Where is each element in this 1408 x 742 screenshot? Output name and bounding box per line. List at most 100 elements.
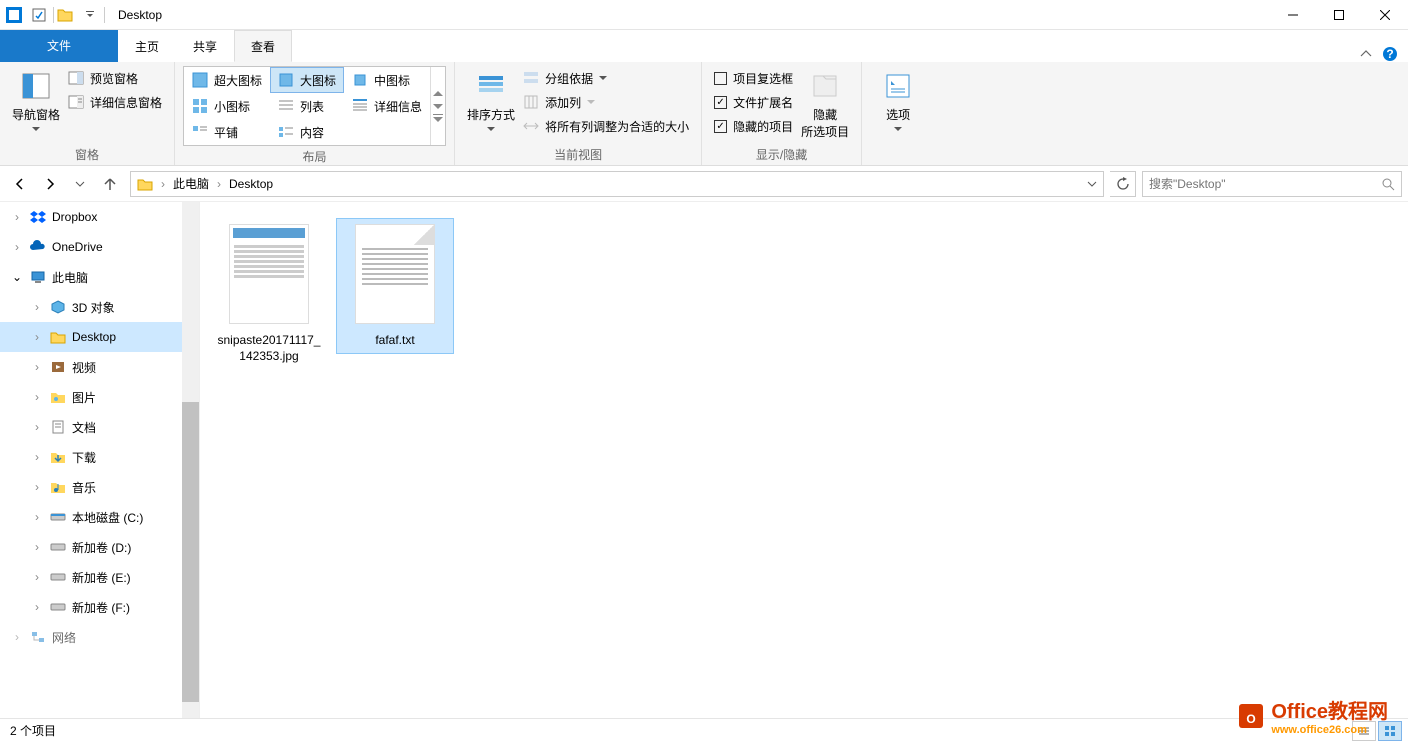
search-icon	[1381, 177, 1395, 191]
tree-disk-e[interactable]: ›新加卷 (E:)	[0, 562, 199, 592]
tree-videos[interactable]: ›视频	[0, 352, 199, 382]
layout-details[interactable]: 详细信息	[344, 93, 430, 119]
thumbnails-view-toggle[interactable]	[1378, 721, 1402, 741]
refresh-button[interactable]	[1110, 171, 1136, 197]
text-file-icon	[355, 224, 435, 324]
preview-pane-button[interactable]: 预览窗格	[64, 66, 166, 90]
tree-scrollbar[interactable]	[182, 202, 199, 718]
ribbon: 导航窗格 预览窗格 详细信息窗格 窗格 超大图标 小图标 平铺 大图标 列表	[0, 62, 1408, 166]
tree-onedrive[interactable]: ›OneDrive	[0, 232, 199, 262]
file-item[interactable]: snipaste20171117_142353.jpg	[210, 218, 328, 370]
window-title: Desktop	[118, 8, 162, 22]
sort-by-button[interactable]: 排序方式	[463, 66, 519, 135]
svg-text:?: ?	[1386, 47, 1393, 61]
help-icon[interactable]: ?	[1382, 46, 1398, 62]
layout-expand[interactable]	[431, 112, 445, 124]
file-list[interactable]: snipaste20171117_142353.jpg fafaf.txt	[200, 202, 1408, 718]
up-button[interactable]	[96, 170, 124, 198]
app-icon	[6, 7, 22, 23]
forward-button[interactable]	[36, 170, 64, 198]
ribbon-group-layout: 超大图标 小图标 平铺 大图标 列表 内容 中图标 详细信息 --	[175, 62, 455, 165]
address-root-icon[interactable]	[133, 172, 157, 196]
details-pane-button[interactable]: 详细信息窗格	[64, 90, 166, 114]
file-extensions-toggle[interactable]: ✓文件扩展名	[710, 90, 797, 114]
image-thumbnail-icon	[229, 224, 309, 324]
recent-locations-button[interactable]	[66, 170, 94, 198]
tree-network[interactable]: ›网络	[0, 622, 199, 652]
titlebar: Desktop	[0, 0, 1408, 30]
ribbon-group-panes: 导航窗格 预览窗格 详细信息窗格 窗格	[0, 62, 175, 165]
group-label-layout: 布局	[183, 146, 446, 167]
address-bar[interactable]: › 此电脑 › Desktop	[130, 171, 1104, 197]
titlebar-left: Desktop	[0, 4, 162, 26]
layout-extra-large[interactable]: 超大图标	[184, 67, 270, 93]
layout-scroll-down[interactable]	[431, 100, 445, 112]
group-by-button[interactable]: 分组依据	[519, 66, 693, 90]
item-checkboxes-toggle[interactable]: 项目复选框	[710, 66, 797, 90]
window-controls	[1270, 0, 1408, 30]
chevron-down-icon	[487, 127, 495, 131]
nav-pane-button[interactable]: 导航窗格	[8, 66, 64, 135]
address-seg-desktop[interactable]: Desktop	[225, 172, 277, 196]
status-bar: 2 个项目	[0, 718, 1408, 742]
tree-disk-f[interactable]: ›新加卷 (F:)	[0, 592, 199, 622]
layout-large[interactable]: 大图标	[270, 67, 344, 93]
layout-small[interactable]: 小图标	[184, 93, 270, 119]
file-name: fafaf.txt	[375, 332, 414, 348]
maximize-button[interactable]	[1316, 0, 1362, 30]
separator	[104, 7, 105, 23]
file-name: snipaste20171117_142353.jpg	[216, 332, 322, 364]
group-label-current-view: 当前视图	[463, 144, 693, 165]
content-area: ›Dropbox ›OneDrive ⌄此电脑 ›3D 对象 ›Desktop …	[0, 202, 1408, 718]
tree-dropbox[interactable]: ›Dropbox	[0, 202, 199, 232]
tree-downloads[interactable]: ›下载	[0, 442, 199, 472]
back-button[interactable]	[6, 170, 34, 198]
ribbon-group-current-view: 排序方式 分组依据 添加列 将所有列调整为合适的大小 当前视图	[455, 62, 702, 165]
chevron-right-icon[interactable]: ›	[157, 177, 169, 191]
group-label-panes: 窗格	[8, 144, 166, 165]
file-item[interactable]: fafaf.txt	[336, 218, 454, 354]
tree-3d-objects[interactable]: ›3D 对象	[0, 292, 199, 322]
group-label-show-hide: 显示/隐藏	[710, 144, 853, 165]
search-input[interactable]	[1149, 177, 1381, 191]
ribbon-tabs: 文件 主页 共享 查看 ?	[0, 30, 1408, 62]
layout-scroll-up[interactable]	[431, 88, 445, 100]
layout-tiles[interactable]: 平铺	[184, 119, 270, 145]
hidden-items-toggle[interactable]: ✓隐藏的项目	[710, 114, 797, 138]
tree-disk-d[interactable]: ›新加卷 (D:)	[0, 532, 199, 562]
tab-file[interactable]: 文件	[0, 30, 118, 62]
nav-tree: ›Dropbox ›OneDrive ⌄此电脑 ›3D 对象 ›Desktop …	[0, 202, 200, 718]
collapse-ribbon-icon[interactable]	[1360, 48, 1372, 60]
ribbon-group-options: 选项	[862, 62, 934, 165]
minimize-button[interactable]	[1270, 0, 1316, 30]
tree-documents[interactable]: ›文档	[0, 412, 199, 442]
chevron-down-icon	[894, 127, 902, 131]
size-columns-button: 将所有列调整为合适的大小	[519, 114, 693, 138]
layout-medium[interactable]: 中图标	[344, 67, 430, 93]
hide-selected-button: 隐藏 所选项目	[797, 66, 853, 144]
tab-view[interactable]: 查看	[234, 30, 292, 62]
item-count: 2 个项目	[10, 722, 56, 739]
close-button[interactable]	[1362, 0, 1408, 30]
address-seg-pc[interactable]: 此电脑	[169, 172, 213, 196]
search-box[interactable]	[1142, 171, 1402, 197]
chevron-right-icon[interactable]: ›	[213, 177, 225, 191]
separator	[53, 7, 54, 23]
add-columns-button: 添加列	[519, 90, 693, 114]
tree-desktop[interactable]: ›Desktop	[0, 322, 199, 352]
tree-this-pc[interactable]: ⌄此电脑	[0, 262, 199, 292]
tab-share[interactable]: 共享	[176, 30, 234, 62]
details-view-toggle[interactable]	[1352, 721, 1376, 741]
qat-properties[interactable]	[28, 4, 50, 26]
tab-home[interactable]: 主页	[118, 30, 176, 62]
tree-disk-c[interactable]: ›本地磁盘 (C:)	[0, 502, 199, 532]
nav-bar: › 此电脑 › Desktop	[0, 166, 1408, 202]
address-dropdown[interactable]	[1083, 179, 1101, 189]
options-button[interactable]: 选项	[870, 66, 926, 135]
layout-content[interactable]: 内容	[270, 119, 344, 145]
layout-list[interactable]: 列表	[270, 93, 344, 119]
tree-music[interactable]: ›音乐	[0, 472, 199, 502]
chevron-down-icon	[32, 127, 40, 131]
qat-dropdown[interactable]	[79, 4, 101, 26]
tree-pictures[interactable]: ›图片	[0, 382, 199, 412]
